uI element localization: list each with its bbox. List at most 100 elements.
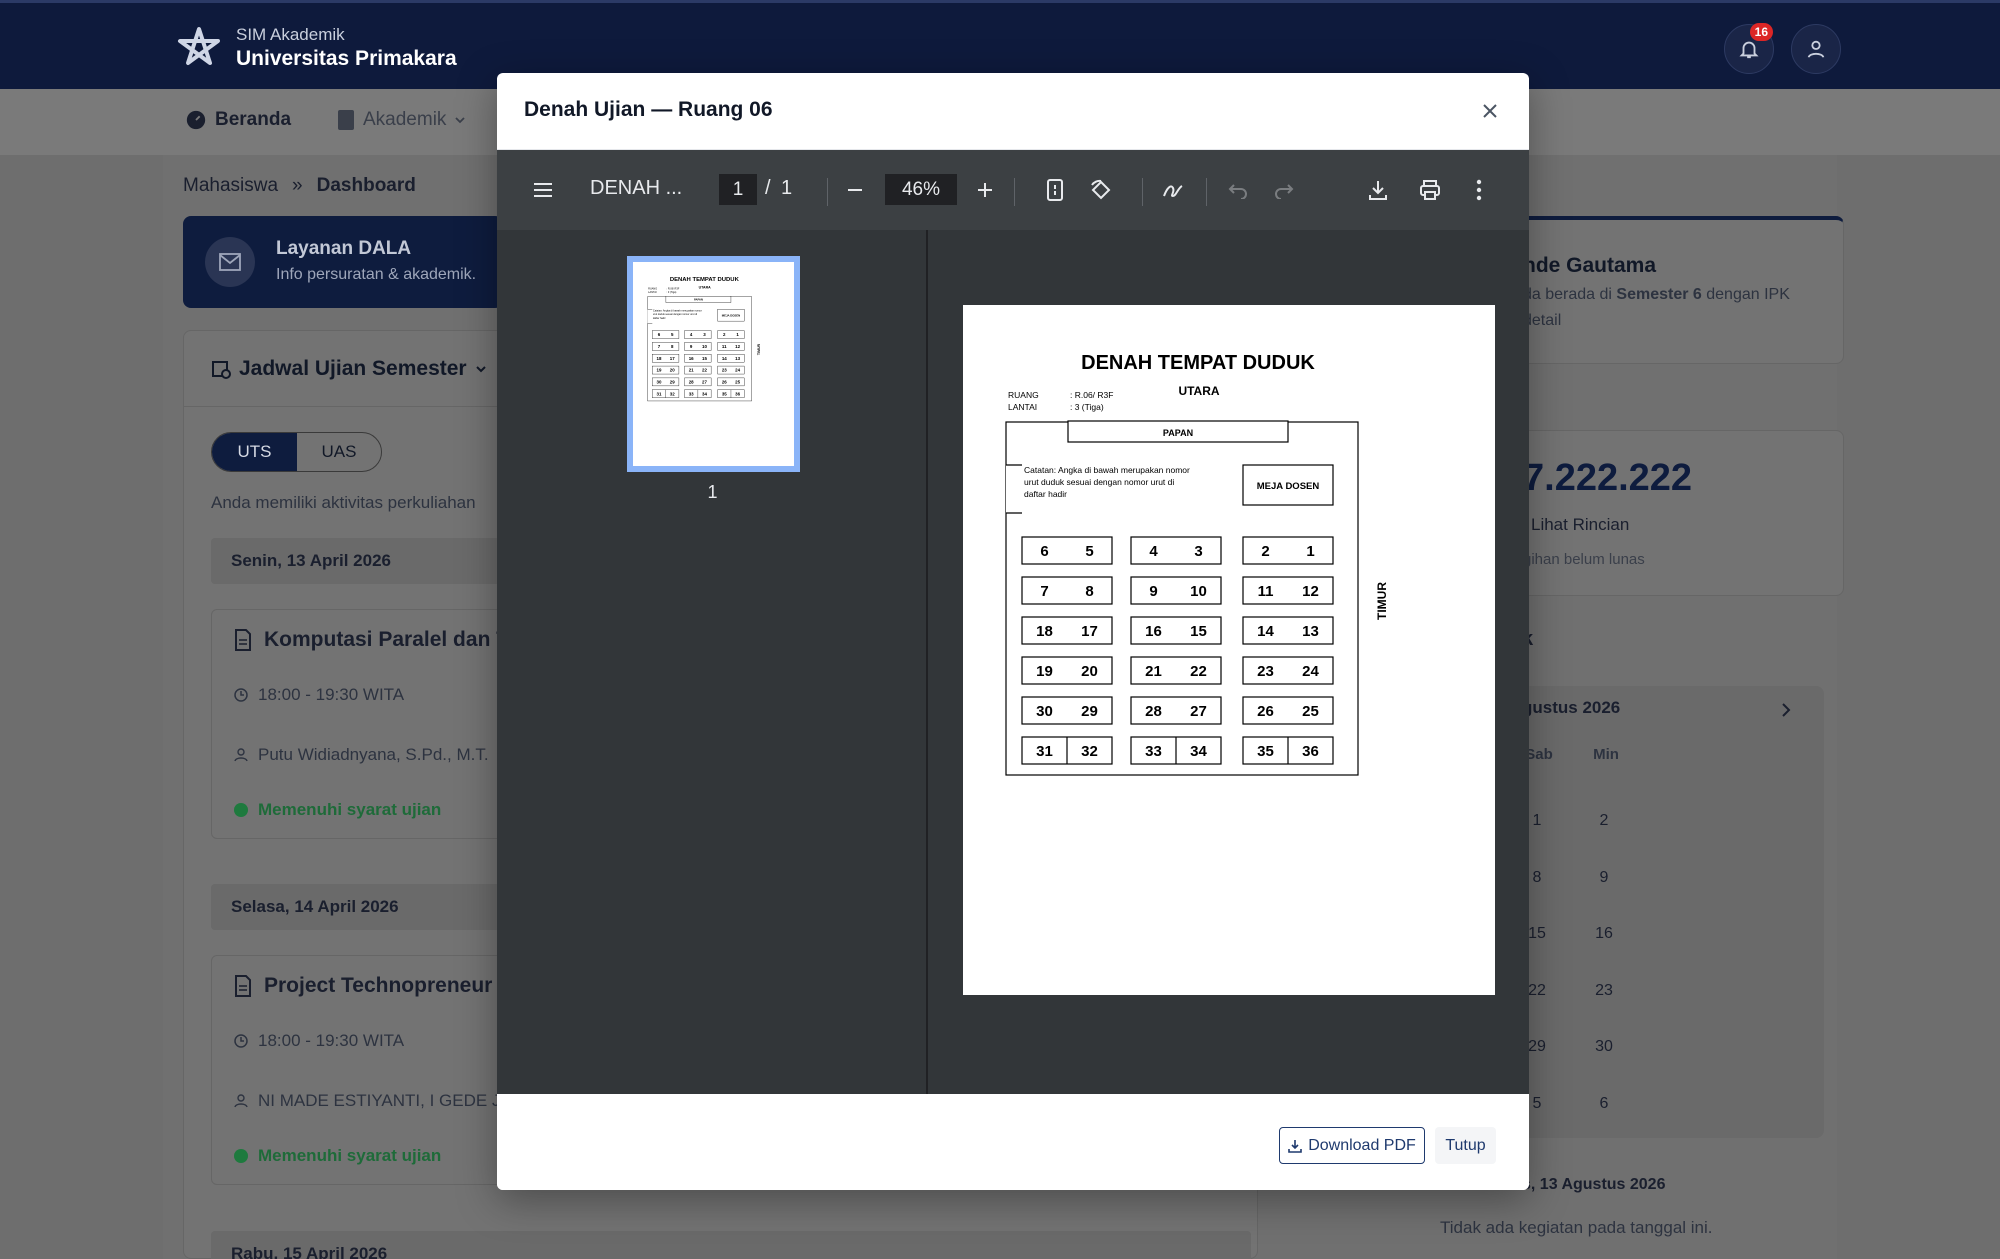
calendar-day[interactable]: 2 [1578,796,1630,846]
seat-number: 9 [1149,583,1157,600]
modal-title: Denah Ujian — Ruang 06 [524,98,773,121]
seat-number: 13 [735,356,740,361]
nav-label-beranda: Beranda [215,109,292,130]
calendar-day[interactable]: 9 [1578,853,1630,903]
modal-header: Denah Ujian — Ruang 06 [497,73,1529,150]
seat-number: 20 [1081,663,1098,680]
print-icon[interactable] [1410,170,1450,210]
toolbar-divider [1206,178,1207,206]
exam-time-text: 18:00 - 19:30 WITA [258,1031,405,1050]
calendar-day[interactable]: 16 [1578,909,1630,959]
seat-number: 34 [702,391,707,396]
tab-uts[interactable]: UTS [212,433,297,471]
seat-number: 24 [735,368,740,373]
breadcrumb-parent[interactable]: Mahasiswa [183,175,278,197]
seat-pair-box [1242,536,1334,565]
seat-number: 13 [1302,623,1319,640]
exam-course-title: Komputasi Paralel dan T [234,628,509,652]
pdf-east-label: TIMUR [1375,582,1389,620]
seat-number: 36 [735,391,740,396]
close-icon[interactable] [1473,94,1507,128]
seat-number: 14 [722,356,727,361]
exam-course-name: Project Technopreneur [264,974,493,997]
calendar-month: gustus 2026 [1522,698,1621,717]
download-pdf-button[interactable]: Download PDF [1279,1127,1425,1164]
pdf-ruang-label: RUANG [1008,390,1039,400]
seat-pair-box [684,342,712,351]
nav-label-akademik: Akademik [363,109,447,130]
nav-item-beranda[interactable]: Beranda [185,109,291,131]
zoom-in-icon[interactable] [965,170,1005,210]
seat-number: 20 [670,368,675,373]
seating-plan-drawing: DENAH TEMPAT DUDUK RUANG: R.06/ R3F LANTAI… [1005,352,1389,776]
seat-number: 1 [1306,543,1314,560]
seat-number: 25 [1302,703,1319,720]
exam-time: 18:00 - 19:30 WITA [234,685,404,705]
seat-number: 19 [1036,663,1053,680]
billing-amount: 7.222.222 [1523,457,1693,499]
annotate-pen-icon[interactable] [1153,170,1193,210]
seat-pair-box [1021,576,1113,605]
seat-number: 12 [735,344,740,349]
calendar-day[interactable]: 30 [1578,1022,1630,1072]
undo-icon[interactable] [1218,170,1258,210]
zoom-level-input[interactable]: 46% [885,174,957,205]
tab-uas[interactable]: UAS [297,433,381,471]
billing-detail-link[interactable]: Lihat Rincian [1531,515,1629,535]
pdf-lantai-value: : 3 (Tiga) [1070,402,1104,412]
seat-number: 23 [1257,663,1274,680]
check-circle-icon [234,1149,248,1163]
more-vertical-icon[interactable] [1459,170,1499,210]
door-gap [647,309,653,324]
page-number-input[interactable]: 1 [719,174,757,205]
pdf-north-label: UTARA [1178,384,1219,398]
brand[interactable]: SIM Akademik Universitas Primakara [174,23,457,73]
seat-number: 33 [689,391,694,396]
seat-pair-box [1130,536,1222,565]
calendar-empty-note: Tidak ada kegiatan pada tanggal ini. [1440,1218,1713,1237]
breadcrumb-current: Dashboard [316,175,416,196]
nav-item-akademik[interactable]: Akademik [337,109,466,131]
seat-number: 26 [1257,703,1274,720]
toolbar-divider [1014,178,1015,206]
exam-course-name: Komputasi Paralel dan T [264,628,510,651]
chevron-right-icon[interactable] [1780,702,1792,723]
close-button[interactable]: Tutup [1435,1127,1496,1164]
user-menu-button[interactable] [1791,24,1841,74]
redo-icon[interactable] [1264,170,1304,210]
fit-page-icon[interactable] [1035,170,1075,210]
pdf-title: DENAH TEMPAT DUDUK [670,277,740,283]
seat-number: 17 [1081,623,1098,640]
brand-name: Universitas Primakara [236,47,457,70]
seat-number: 21 [689,368,694,373]
seat-pair-box [717,330,745,339]
exam-schedule-label: Jadwal Ujian Semester [239,357,467,380]
seat-number: 35 [1257,743,1274,760]
zoom-out-icon[interactable] [835,170,875,210]
notification-button[interactable]: 16 [1724,23,1774,74]
seat-number: 11 [722,344,727,349]
exam-lecturer: NI MADE ESTIYANTI, I GEDE JUL [234,1091,522,1111]
calendar-day[interactable]: 23 [1578,966,1630,1016]
user-icon [1807,40,1825,58]
page-thumbnail[interactable]: DENAH TEMPAT DUDUK RUANG: R.06/ R3F LANTAI… [627,256,800,472]
seat-number: 28 [1145,703,1162,720]
exam-schedule-title[interactable]: Jadwal Ujian Semester [211,357,487,381]
seat-number: 10 [702,344,707,349]
document-icon [235,975,251,997]
menu-icon[interactable] [523,170,563,210]
rotate-icon[interactable] [1081,170,1121,210]
pdf-note-line: urut duduk sesuai dengan nomor urut di [653,313,698,316]
seat-number: 18 [1036,623,1053,640]
exam-eligibility: Memenuhi syarat ujian [234,800,441,820]
pdf-note-line: Catatan: Angka di bawah merupakan nomor [653,310,702,313]
dala-service-card[interactable]: Layanan DALA Info persuratan & akademik. [183,216,503,308]
exam-lecturer: Putu Widiadnyana, S.Pd., M.T. [234,745,489,765]
seat-pair-box [652,342,680,351]
pdf-toolbar: DENAH ... 1 / 1 46% [497,150,1529,230]
download-icon[interactable] [1358,170,1398,210]
pdf-note-line: daftar hadir [1024,489,1067,499]
seat-number: 2 [1261,543,1269,560]
calendar-day[interactable]: 6 [1578,1079,1630,1129]
pdf-page: DENAH TEMPAT DUDUK RUANG: R.06/ R3F LANTAI… [963,305,1495,995]
